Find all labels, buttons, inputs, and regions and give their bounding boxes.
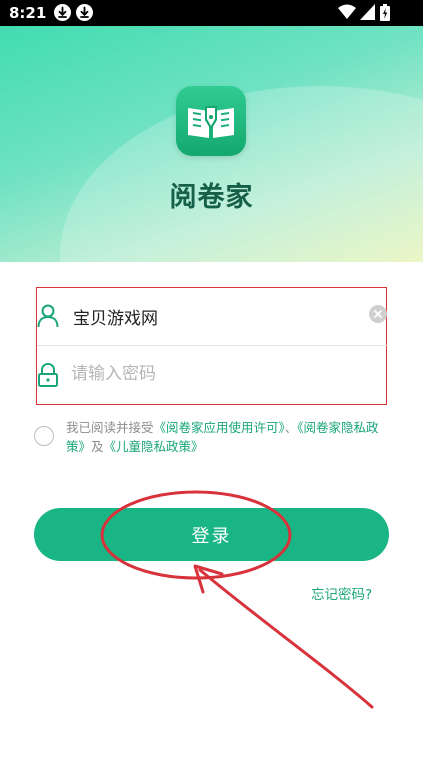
- agreement-checkbox[interactable]: [34, 426, 54, 446]
- lock-icon: [38, 362, 58, 387]
- clear-icon[interactable]: [369, 305, 387, 323]
- wifi-icon: [338, 4, 356, 19]
- status-bar: 8:21: [0, 0, 423, 26]
- child-privacy-link[interactable]: 《儿童隐私政策》: [104, 439, 204, 454]
- app-name: 阅卷家: [169, 182, 254, 213]
- download-icon: [54, 4, 71, 21]
- password-input[interactable]: [71, 358, 361, 390]
- signal-icon: [360, 4, 375, 20]
- username-field[interactable]: 宝贝游戏网: [37, 288, 388, 346]
- login-form: 宝贝游戏网: [36, 287, 388, 405]
- hero-banner: 阅卷家: [0, 26, 423, 262]
- login-button[interactable]: 登录: [34, 508, 389, 561]
- license-link[interactable]: 《阅卷家应用使用许可》: [154, 420, 285, 435]
- download-icon: [76, 4, 93, 21]
- agreement-text: 我已阅读并接受《阅卷家应用使用许可》、《阅卷家隐私政策》及《儿童隐私政策》: [66, 420, 379, 454]
- status-time: 8:21: [9, 4, 47, 22]
- book-pen-icon: [176, 86, 246, 156]
- battery-icon: [380, 4, 390, 21]
- username-value[interactable]: 宝贝游戏网: [73, 304, 158, 329]
- forgot-password-link[interactable]: 忘记密码?: [311, 583, 372, 603]
- password-field[interactable]: [37, 346, 388, 404]
- arrow-head-icon: [193, 564, 224, 594]
- user-icon: [37, 304, 59, 328]
